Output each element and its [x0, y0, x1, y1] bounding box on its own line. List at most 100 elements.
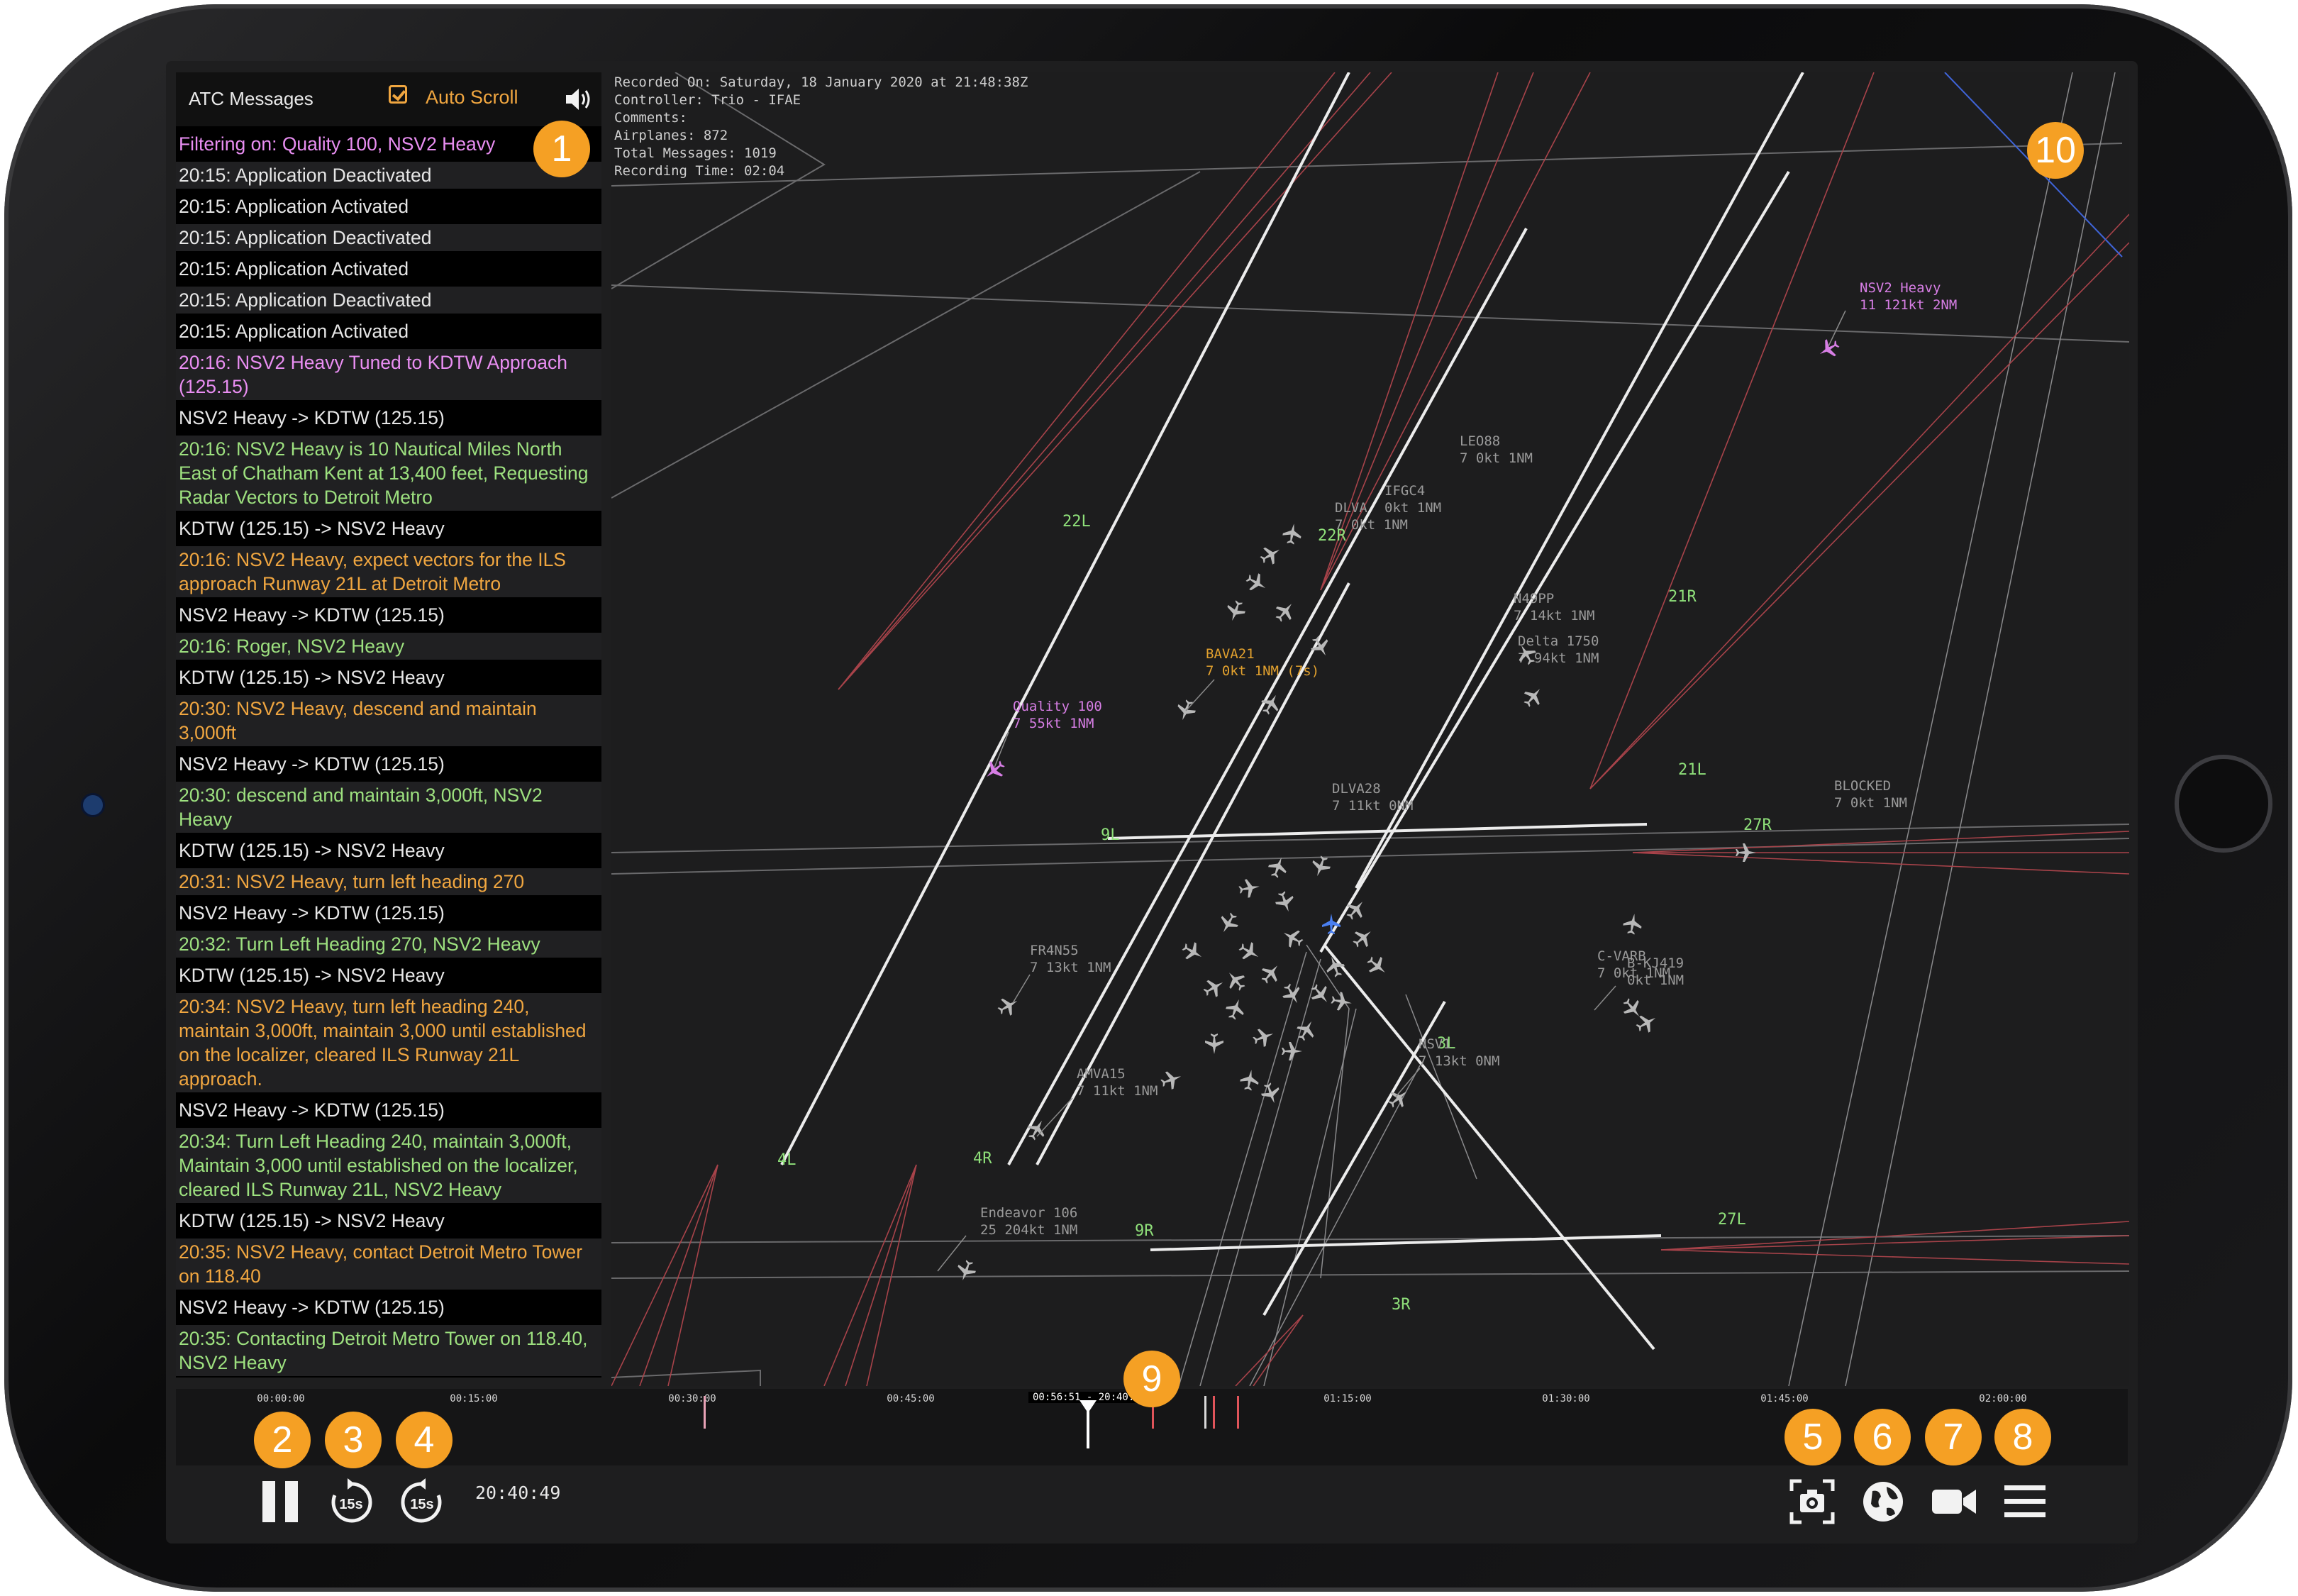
airplane-icon[interactable] [1258, 542, 1284, 568]
airplane-icon[interactable] [1243, 570, 1270, 596]
annotation-badge-5: 5 [1784, 1409, 1841, 1465]
atc-message: 20:34: NSV2 Heavy, turn left heading 240… [176, 993, 601, 1092]
auto-scroll-toggle[interactable]: Auto Scroll [426, 87, 518, 109]
recording-comments: Comments: [614, 110, 687, 126]
atc-message: NSV2 Heavy -> KDTW (125.15) [179, 753, 445, 775]
app-screen: ATC Messages Auto Scroll Filtering on: Q… [166, 61, 2138, 1544]
atc-panel-header: ATC Messages Auto Scroll [176, 72, 601, 126]
aircraft-label-callsign: DLVA28 [1332, 781, 1381, 797]
atc-message: 20:15: Application Activated [179, 258, 409, 279]
airplane-icon[interactable] [1250, 1025, 1276, 1049]
airplane-icon[interactable] [1282, 522, 1304, 545]
airplane-icon[interactable] [1205, 1033, 1223, 1054]
rewind-15-icon[interactable]: 15s [326, 1477, 376, 1526]
airplane-icon[interactable] [1622, 912, 1644, 936]
radar-map[interactable]: 22L 22R 21R 21L 9L 27R 4L 4R 9R 27L 3L 3… [611, 72, 2129, 1386]
timeline-tick: 01:30:00 [1542, 1393, 1590, 1404]
forward-15-icon[interactable]: 15s [397, 1477, 447, 1526]
timeline-tick: 02:00:00 [1979, 1393, 2027, 1404]
airplane-icon[interactable] [1282, 1042, 1302, 1060]
timeline-event-marker[interactable] [704, 1396, 706, 1429]
aircraft-label-callsign: LEO88 [1460, 433, 1500, 449]
aircraft-label-callsign: BAVA21 [1206, 646, 1255, 662]
atc-message: NSV2 Heavy -> KDTW (125.15) [179, 407, 445, 428]
airplane-icon[interactable] [1349, 924, 1377, 952]
recording-info: Recorded On: Saturday, 18 January 2020 a… [614, 74, 1028, 180]
airplane-icon[interactable] [1736, 843, 1756, 862]
globe-icon[interactable] [1858, 1477, 1908, 1526]
airplane-icon[interactable] [1238, 877, 1261, 899]
message-list[interactable]: Filtering on: Quality 100, NSV2 Heavy 20:… [176, 131, 601, 1378]
aircraft-label-callsign: NSV2 Heavy [1860, 280, 1941, 296]
atc-message: 20:15: Application Deactivated [176, 287, 601, 314]
playback-controls: 15s 15s 20:40:49 [166, 1467, 2138, 1544]
airplane-icon[interactable] [1322, 914, 1340, 934]
atc-message: KDTW (125.15) -> NSV2 Heavy [179, 840, 445, 861]
aircraft-label-info: 7 0kt 1NM [1460, 450, 1533, 466]
atc-message: 20:15: Application Deactivated [176, 224, 601, 251]
aircraft-label-callsign: N49PP [1514, 591, 1554, 606]
airplane-icon[interactable] [1293, 1016, 1319, 1043]
airplane-icon[interactable] [1271, 598, 1299, 626]
airplane-icon[interactable] [1223, 996, 1248, 1021]
map-canvas[interactable]: 22L 22R 21R 21L 9L 27R 4L 4R 9R 27L 3L 3… [611, 72, 2129, 1386]
airplane-icon[interactable] [1158, 1068, 1184, 1092]
aircraft-label-callsign: Delta 1750 [1518, 633, 1599, 649]
atc-message: KDTW (125.15) -> NSV2 Heavy [179, 1210, 445, 1231]
aircraft-label-info: 0kt 1NM [1627, 972, 1684, 988]
runway-label: 4R [973, 1150, 992, 1168]
annotation-badge-7: 7 [1925, 1409, 1982, 1465]
annotation-badge-1: 1 [533, 121, 590, 177]
airplane-icon[interactable] [1279, 981, 1305, 1008]
airplane-icon[interactable] [1279, 925, 1306, 951]
airplane-icon[interactable] [1519, 683, 1547, 711]
airplane-icon[interactable] [1179, 938, 1206, 965]
aircraft-label-info: 7 11kt 0NM [1332, 798, 1413, 814]
playback-time: 20:40:49 [475, 1483, 561, 1503]
atc-message: 20:16: NSV2 Heavy is 10 Nautical Miles N… [176, 436, 601, 511]
airplane-icon[interactable] [1273, 889, 1297, 914]
airplane-icon[interactable] [1330, 991, 1353, 1013]
airplane-icon[interactable] [1223, 598, 1248, 624]
airplane-icon[interactable] [1239, 1068, 1261, 1092]
recording-date: Recorded On: Saturday, 18 January 2020 a… [614, 74, 1028, 90]
runway-label: 21L [1678, 761, 1706, 779]
aircraft-label-info: 7 55kt 1NM [1013, 716, 1094, 731]
aircraft-label-callsign: AMVA15 [1077, 1066, 1126, 1082]
speaker-icon[interactable] [565, 87, 593, 112]
runway-label: 27R [1743, 816, 1772, 834]
runway-label: 4L [777, 1151, 796, 1169]
recording-time: Recording Time: 02:04 [614, 163, 785, 179]
timeline-event-marker[interactable] [1204, 1396, 1206, 1429]
menu-icon[interactable] [2000, 1477, 2050, 1526]
airplane-icon[interactable] [954, 1258, 978, 1283]
aircraft-label-callsign: FR4N55 [1030, 943, 1079, 958]
atc-message: KDTW (125.15) -> NSV2 Heavy [179, 667, 445, 688]
atc-message: 20:16: NSV2 Heavy Tuned to KDTW Approach… [176, 349, 601, 400]
airplane-icon[interactable] [1222, 967, 1250, 994]
pause-icon[interactable] [255, 1477, 305, 1526]
atc-message: 20:30: NSV2 Heavy, descend and maintain … [176, 695, 601, 746]
airplane-icon[interactable] [1363, 952, 1391, 980]
airplane-icon[interactable] [1236, 938, 1263, 965]
airplane-icon[interactable] [1815, 336, 1842, 362]
timeline-playhead-line[interactable] [1087, 1410, 1089, 1448]
timeline-event-marker[interactable] [1213, 1396, 1215, 1429]
timeline-event-marker[interactable] [1237, 1396, 1239, 1429]
airplane-icon[interactable] [995, 993, 1022, 1019]
recording-airplanes: Airplanes: 872 [614, 128, 728, 143]
front-camera [81, 793, 105, 817]
airplane-icon[interactable] [1201, 975, 1228, 1001]
camera-icon[interactable] [1787, 1477, 1837, 1526]
home-button[interactable] [2175, 755, 2272, 853]
atc-message: NSV2 Heavy -> KDTW (125.15) [179, 902, 445, 924]
airplane-icon[interactable] [1257, 960, 1284, 987]
atc-message: 20:35: NSV2 Heavy, contact Detroit Metro… [176, 1238, 601, 1290]
airplane-icon[interactable] [1216, 910, 1242, 937]
video-icon[interactable] [1929, 1477, 1979, 1526]
atc-message: 20:16: NSV2 Heavy, expect vectors for th… [176, 546, 601, 597]
runway-label: 9R [1135, 1222, 1154, 1240]
aircraft-label-callsign: Endeavor 106 [980, 1205, 1077, 1221]
check-icon[interactable] [389, 85, 407, 104]
atc-message: NSV2 Heavy -> KDTW (125.15) [179, 1099, 445, 1121]
